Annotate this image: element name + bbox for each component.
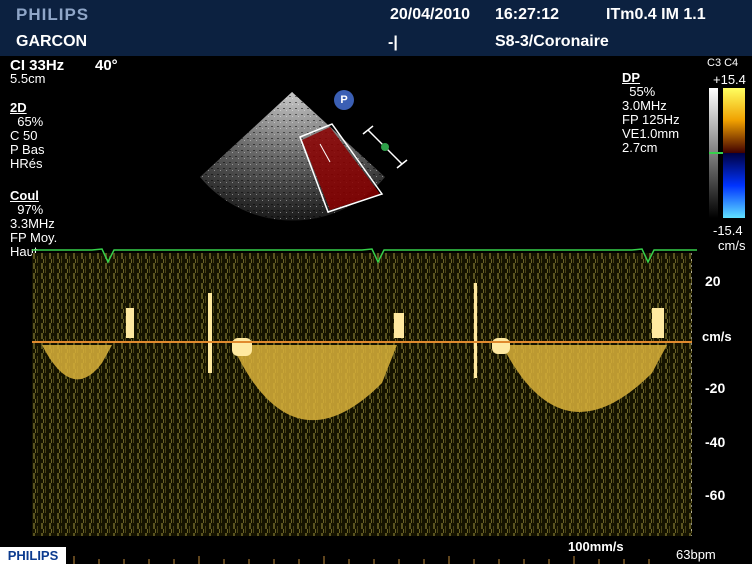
valve-click-7 xyxy=(652,308,664,338)
twod-gain: 65% xyxy=(10,114,44,129)
thermal-mechanical-index: ITm0.4 IM 1.1 xyxy=(606,6,706,23)
brand-logo: PHILIPS xyxy=(16,5,90,24)
twod-persistence: P Bas xyxy=(10,142,45,157)
depth-label: 5.5cm xyxy=(10,71,46,86)
orientation-marker: -| xyxy=(388,34,398,51)
axis-tick-20: 20 xyxy=(705,273,721,290)
axis-tick-neg60: -60 xyxy=(705,486,726,503)
dp-title: DP xyxy=(622,70,641,85)
axis-unit-label: cm/s xyxy=(702,328,732,344)
dp-sample-volume: VE1.0mm xyxy=(622,126,680,141)
valve-click-2 xyxy=(208,293,212,373)
sweep-speed-label: 100mm/s xyxy=(568,539,624,554)
exam-time: 16:27:12 xyxy=(495,6,560,23)
spectral-doppler-trace xyxy=(32,253,692,536)
coul-title: Coul xyxy=(10,188,39,203)
pw-doppler-settings: DP 55% 3.0MHz FP 125Hz VE1.0mm 2.7cm xyxy=(622,70,680,155)
color-scale-max: +15.4 xyxy=(713,72,746,87)
axis-tick-neg20: -20 xyxy=(705,380,726,397)
color-scale-bar xyxy=(709,88,745,218)
probe-preset: S8-3/Coronaire xyxy=(495,33,609,50)
dp-gate-depth: 2.7cm xyxy=(622,140,658,155)
twod-settings: 2D 65% C 50 P Bas HRés xyxy=(10,100,44,171)
dp-gain: 55% xyxy=(622,84,656,99)
valve-click-6 xyxy=(492,338,510,354)
color-scale-unit: cm/s xyxy=(718,238,746,253)
time-ruler xyxy=(73,556,650,564)
coul-frequency: 3.3MHz xyxy=(10,216,55,231)
sector-angle-label: 40° xyxy=(95,57,118,74)
axis-tick-neg40: -40 xyxy=(705,433,726,450)
dp-filter: FP 125Hz xyxy=(622,112,680,127)
patient-name: GARCON xyxy=(16,33,88,50)
positive-velocity-strip xyxy=(723,88,745,153)
valve-click-1 xyxy=(126,308,134,338)
twod-resolution: HRés xyxy=(10,156,43,171)
twod-title: 2D xyxy=(10,100,27,115)
valve-click-3 xyxy=(232,338,252,356)
valve-click-4 xyxy=(394,313,404,338)
negative-velocity-strip xyxy=(723,153,745,218)
gate-marker-icon[interactable] xyxy=(381,143,389,151)
twod-compression: C 50 xyxy=(10,128,38,143)
coul-gain: 97% xyxy=(10,202,44,217)
heart-rate-label: 63bpm xyxy=(676,547,716,562)
sector-image xyxy=(200,92,408,221)
probe-orientation-badge: P xyxy=(334,90,354,110)
footer-brand-logo: PHILIPS xyxy=(0,547,66,564)
color-map-label: C3 C4 xyxy=(707,57,739,69)
dp-frequency: 3.0MHz xyxy=(622,98,667,113)
valve-click-5 xyxy=(474,283,477,378)
exam-date: 20/04/2010 xyxy=(390,6,471,23)
ecg-line xyxy=(32,248,697,264)
color-scale-min: -15.4 xyxy=(713,223,743,238)
ecg-trace xyxy=(32,248,697,264)
